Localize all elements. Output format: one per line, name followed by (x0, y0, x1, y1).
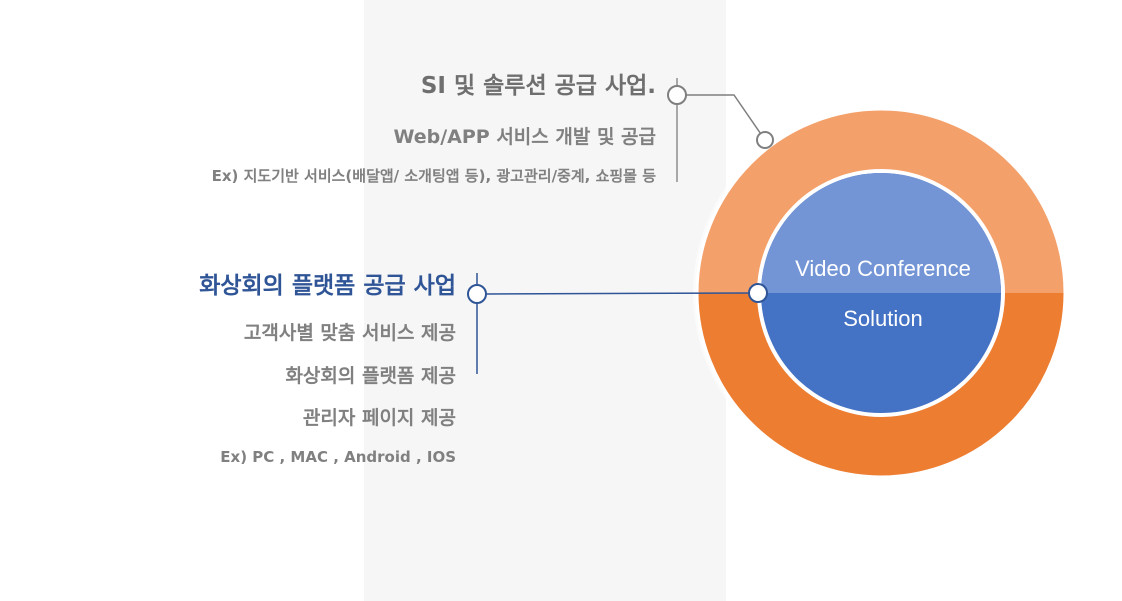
vc-item: 화상회의 플랫폼 제공 (285, 365, 456, 387)
vc-item: 관리자 페이지 제공 (302, 407, 456, 429)
inner-label-line2: Solution (843, 306, 923, 331)
vc-connector-dot (467, 284, 487, 304)
inner-label-line1: Video Conference (795, 256, 971, 281)
si-connector-line (686, 94, 766, 141)
si-connector-dot (667, 85, 687, 105)
vc-example: Ex) PC , MAC , Android , IOS (220, 448, 456, 466)
vc-ring-dot (748, 283, 768, 303)
vc-connector-line (485, 292, 751, 295)
si-ring-dot (756, 131, 774, 149)
si-title: SI 및 솔루션 공급 사업. (420, 73, 656, 99)
vc-title: 화상회의 플랫폼 공급 사업 (199, 273, 456, 299)
vc-item: 고객사별 맞춤 서비스 제공 (243, 322, 456, 344)
si-example: Ex) 지도기반 서비스(배달앱/ 소개팅앱 등), 광고관리/중계, 쇼핑몰 … (211, 167, 656, 185)
si-subtitle: Web/APP 서비스 개발 및 공급 (393, 126, 656, 148)
